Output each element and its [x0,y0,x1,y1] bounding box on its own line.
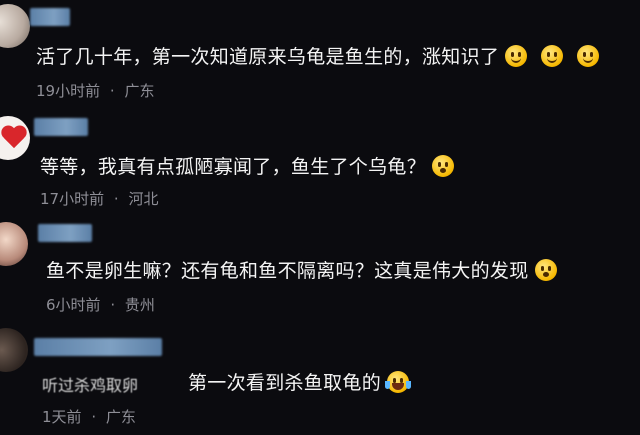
comment-4: 听过杀鸡取卵 第一次看到杀鱼取龟的 1天前 · 广东 [0,324,640,435]
comment-3: 鱼不是卵生嘛？还有龟和鱼不隔离吗？这真是伟大的发现 6小时前 · 贵州 [0,216,640,324]
smile-emoji [577,45,600,67]
comment-text: 等等，我真有点孤陋寡闻了，鱼生了个乌龟？ [40,154,455,180]
comment-time: 19小时前 [36,82,101,100]
username-redacted [30,8,70,26]
surprised-emoji [432,155,455,177]
comment-meta: 19小时前 · 广东 [36,80,154,101]
comment-meta: 17小时前 · 河北 [40,188,158,209]
comment-location: 广东 [105,408,136,426]
username-redacted [38,224,92,242]
comment-meta: 6小时前 · 贵州 [46,294,155,315]
comment-meta: 1天前 · 广东 [42,406,136,427]
comment-time: 1天前 [42,408,82,426]
comment-time: 17小时前 [40,190,105,208]
heart-icon [2,126,28,150]
laugh-cry-emoji [385,371,412,393]
avatar[interactable] [0,116,30,160]
comment-1: 活了几十年，第一次知道原来乌龟是鱼生的，涨知识了 19小时前 · 广东 [0,0,640,108]
comment-prefix-text: 听过杀鸡取卵 [42,376,139,395]
comment-text: 鱼不是卵生嘛？还有龟和鱼不隔离吗？这真是伟大的发现 [46,258,557,284]
username-redacted [34,118,88,136]
avatar[interactable] [0,328,28,372]
meta-separator: · [91,408,97,426]
comment-text: 活了几十年，第一次知道原来乌龟是鱼生的，涨知识了 [36,44,600,70]
comment-text-body: 活了几十年，第一次知道原来乌龟是鱼生的，涨知识了 [36,46,500,68]
comment-2: 等等，我真有点孤陋寡闻了，鱼生了个乌龟？ 17小时前 · 河北 [0,108,640,216]
comment-text-body: 鱼不是卵生嘛？还有龟和鱼不隔离吗？这真是伟大的发现 [46,260,529,282]
comment-time: 6小时前 [46,296,101,314]
meta-separator: · [109,82,115,100]
meta-separator: · [110,296,116,314]
comment-text-body: 第一次看到杀鱼取龟的 [188,372,382,394]
comment-location: 贵州 [124,296,155,314]
comment-text-body: 等等，我真有点孤陋寡闻了，鱼生了个乌龟？ [40,156,427,178]
comment-text: 第一次看到杀鱼取龟的 [188,370,412,396]
comment-location: 广东 [124,82,155,100]
smile-emoji [541,45,564,67]
smile-emoji [505,45,528,67]
comment-location: 河北 [128,190,159,208]
username-redacted [34,338,162,356]
meta-separator: · [113,190,119,208]
surprised-emoji [534,259,557,281]
avatar[interactable] [0,4,30,48]
avatar[interactable] [0,222,28,266]
